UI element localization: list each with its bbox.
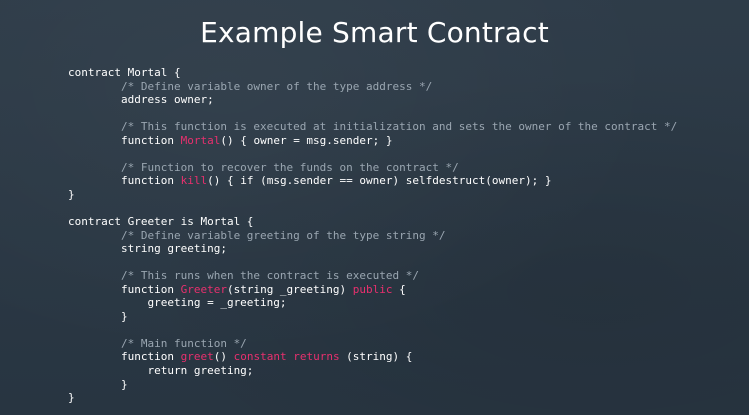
code-comment: /* Function to recover the funds on the … [68, 160, 459, 174]
code-text: () { owner = msg.sender; } [220, 133, 393, 147]
code-text: { [392, 282, 406, 296]
slide-title: Example Smart Contract [200, 16, 549, 49]
code-line: string greeting; [68, 242, 738, 256]
code-text: function [68, 174, 181, 188]
code-comment: /* Define variable greeting of the type … [68, 228, 446, 242]
code-line: address owner; [68, 93, 738, 107]
code-text: address owner; [68, 93, 214, 107]
code-text: function [68, 350, 181, 364]
code-line: ​ [68, 201, 738, 215]
code-block: contract Mortal { /* Define variable own… [68, 66, 738, 405]
code-line: contract Greeter is Mortal { [68, 215, 738, 229]
code-text: function [68, 282, 181, 296]
code-text: } [68, 377, 128, 391]
code-line: ​ [68, 323, 738, 337]
code-line: /* This function is executed at initiali… [68, 120, 738, 134]
code-line: } [68, 310, 738, 324]
code-text: } [68, 309, 128, 323]
code-line: } [68, 378, 738, 392]
code-line: ​ [68, 256, 738, 270]
code-line: function greet() constant returns (strin… [68, 350, 738, 364]
code-line: /* Define variable owner of the type add… [68, 80, 738, 94]
code-line: contract Mortal { [68, 66, 738, 80]
code-comment: /* Define variable owner of the type add… [68, 79, 433, 93]
code-text: contract Mortal { [68, 66, 181, 79]
code-keyword: kill [180, 174, 208, 188]
code-keyword: Mortal [180, 133, 221, 147]
code-line: ​ [68, 147, 738, 161]
code-text: contract Greeter is Mortal { [68, 215, 254, 229]
code-line: /* Main function */ [68, 337, 738, 351]
code-line: } [68, 391, 738, 405]
code-text: string greeting; [68, 242, 227, 256]
code-line: ​ [68, 107, 738, 121]
code-comment: /* This function is executed at initiali… [68, 120, 678, 134]
code-comment: /* This runs when the contract is execut… [68, 269, 419, 283]
code-line: } [68, 188, 738, 202]
code-line: /* This runs when the contract is execut… [68, 269, 738, 283]
code-text: (string _greeting) [226, 282, 353, 296]
code-comment: /* Main function */ [68, 336, 247, 350]
code-text: } [68, 187, 75, 201]
code-text: } [68, 391, 75, 405]
code-keyword: Greeter [180, 282, 227, 296]
code-text: () [213, 350, 234, 364]
code-keyword: greet [180, 350, 214, 364]
code-text: return greeting; [68, 364, 254, 378]
code-line: function kill() { if (msg.sender == owne… [68, 174, 738, 188]
code-text: function [68, 133, 181, 147]
code-line: /* Define variable greeting of the type … [68, 229, 738, 243]
code-line: function Mortal() { owner = msg.sender; … [68, 134, 738, 148]
code-text: (string) { [339, 350, 413, 364]
code-keyword: constant [233, 350, 287, 364]
code-keyword: returns [293, 350, 340, 364]
code-line: greeting = _greeting; [68, 296, 738, 310]
code-line: return greeting; [68, 364, 738, 378]
code-text: () { if (msg.sender == owner) selfdestru… [207, 174, 552, 188]
code-line: /* Function to recover the funds on the … [68, 161, 738, 175]
code-text: greeting = _greeting; [68, 296, 287, 310]
code-line: function Greeter(string _greeting) publi… [68, 283, 738, 297]
code-keyword: public [352, 282, 393, 296]
